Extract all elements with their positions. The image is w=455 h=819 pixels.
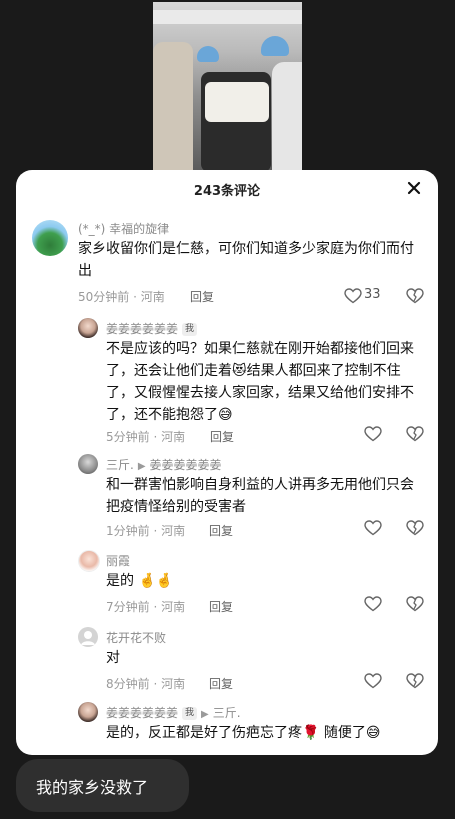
dislike-icon[interactable] [406, 673, 424, 689]
comment-item: (*_*) 幸福的旋律 家乡收留你们是仁慈，可你们知道多少家庭为你们而付出 50… [16, 214, 438, 304]
reply-button[interactable]: 回复 [209, 598, 233, 615]
like-icon[interactable] [364, 426, 382, 442]
reply-author-line: 三斤. ▶ 姜姜姜姜姜姜 [106, 456, 222, 473]
reply-arrow-icon: ▶ [201, 709, 209, 720]
comment-text: 是的，反正都是好了伤疤忘了疼🌹 随便了😅 [106, 725, 381, 741]
avatar[interactable] [78, 702, 98, 722]
reply-item: 丽霞 是的 🤞🤞 7分钟前 · 河南 回复 [16, 548, 438, 618]
message-text: 我的家乡没救了 [36, 778, 149, 797]
luggage-bag [205, 82, 269, 122]
reply-button[interactable]: 回复 [209, 675, 233, 692]
reply-item: 花开花不败 对 8分钟前 · 河南 回复 [16, 625, 438, 695]
avatar[interactable] [78, 454, 98, 474]
comment-author[interactable]: 姜姜姜姜姜姜 [106, 322, 178, 336]
reply-item: 三斤. ▶ 姜姜姜姜姜姜 和一群害怕影响自身利益的人讲再多无用他们只会把疫情怪给别的… [16, 452, 438, 542]
comment-time: 50分钟前 · 河南 [78, 290, 165, 304]
comment-time: 1分钟前 · 河南 [106, 524, 186, 538]
reply-button[interactable]: 回复 [210, 428, 234, 445]
comments-count-title: 243条评论 [193, 184, 261, 199]
like-icon[interactable] [364, 596, 382, 612]
reply-item: 姜姜姜姜姜姜我 不是应该的吗？如果仁慈就在刚开始都接他们回来了，还会让他们走着😻… [16, 316, 438, 446]
comment-author[interactable]: 花开花不败 [106, 629, 166, 646]
like-icon[interactable] [344, 288, 362, 304]
comments-panel: 243条评论 (*_*) 幸福的旋律 家乡收留你们是仁慈，可你们知道多少家庭为你… [16, 170, 438, 755]
comment-text: 对 [106, 650, 120, 666]
comment-time: 7分钟前 · 河南 [106, 600, 186, 614]
bus-seat-right [272, 62, 302, 172]
reply-author-line: 姜姜姜姜姜姜我 [106, 320, 198, 337]
person-cap [197, 46, 219, 62]
close-icon[interactable] [404, 178, 424, 198]
reply-button[interactable]: 回复 [209, 522, 233, 539]
like-count: 33 [364, 287, 381, 302]
screen: 243条评论 (*_*) 幸福的旋律 家乡收留你们是仁慈，可你们知道多少家庭为你… [0, 0, 455, 819]
comment-author[interactable]: 姜姜姜姜姜姜 [106, 706, 178, 720]
comment-text: 家乡收留你们是仁慈，可你们知道多少家庭为你们而付出 [78, 241, 414, 279]
dislike-icon[interactable] [406, 288, 424, 304]
comment-time: 5分钟前 · 河南 [106, 430, 186, 444]
dislike-icon[interactable] [406, 520, 424, 536]
like-icon[interactable] [364, 673, 382, 689]
reply-to-name[interactable]: 三斤. [213, 706, 241, 720]
dislike-icon[interactable] [406, 596, 424, 612]
comment-text: 不是应该的吗？如果仁慈就在刚开始都接他们回来了，还会让他们走着😻结果人都回来了控… [106, 341, 414, 423]
reply-arrow-icon: ▶ [137, 461, 146, 472]
comment-author[interactable]: 丽霞 [106, 552, 130, 569]
like-icon[interactable] [364, 520, 382, 536]
reply-button[interactable]: 回复 [190, 288, 214, 305]
person-cap [261, 36, 289, 56]
self-badge: 我 [182, 707, 198, 720]
comment-text: 和一群害怕影响自身利益的人讲再多无用他们只会把疫情怪给别的受害者 [106, 477, 414, 515]
bus-ceiling [153, 10, 302, 24]
message-bubble[interactable]: 我的家乡没救了 [16, 759, 189, 812]
comment-author[interactable]: 三斤. [106, 458, 134, 472]
bus-seat-left [153, 42, 193, 172]
avatar[interactable] [78, 318, 98, 338]
comment-text: 是的 🤞🤞 [106, 573, 174, 589]
comment-author[interactable]: (*_*) 幸福的旋律 [78, 220, 169, 237]
reply-to-name[interactable]: 姜姜姜姜姜姜 [150, 458, 222, 472]
comments-header: 243条评论 [16, 170, 438, 208]
avatar[interactable] [32, 220, 68, 256]
dislike-icon[interactable] [406, 426, 424, 442]
reply-item: 姜姜姜姜姜姜我 ▶ 三斤. 是的，反正都是好了伤疤忘了疼🌹 随便了😅 [16, 700, 438, 755]
reply-author-line: 姜姜姜姜姜姜我 ▶ 三斤. [106, 704, 241, 721]
comment-time: 8分钟前 · 河南 [106, 677, 186, 691]
avatar[interactable] [78, 627, 98, 647]
video-thumbnail[interactable] [153, 2, 302, 172]
self-badge: 我 [182, 323, 198, 336]
avatar[interactable] [78, 550, 100, 572]
